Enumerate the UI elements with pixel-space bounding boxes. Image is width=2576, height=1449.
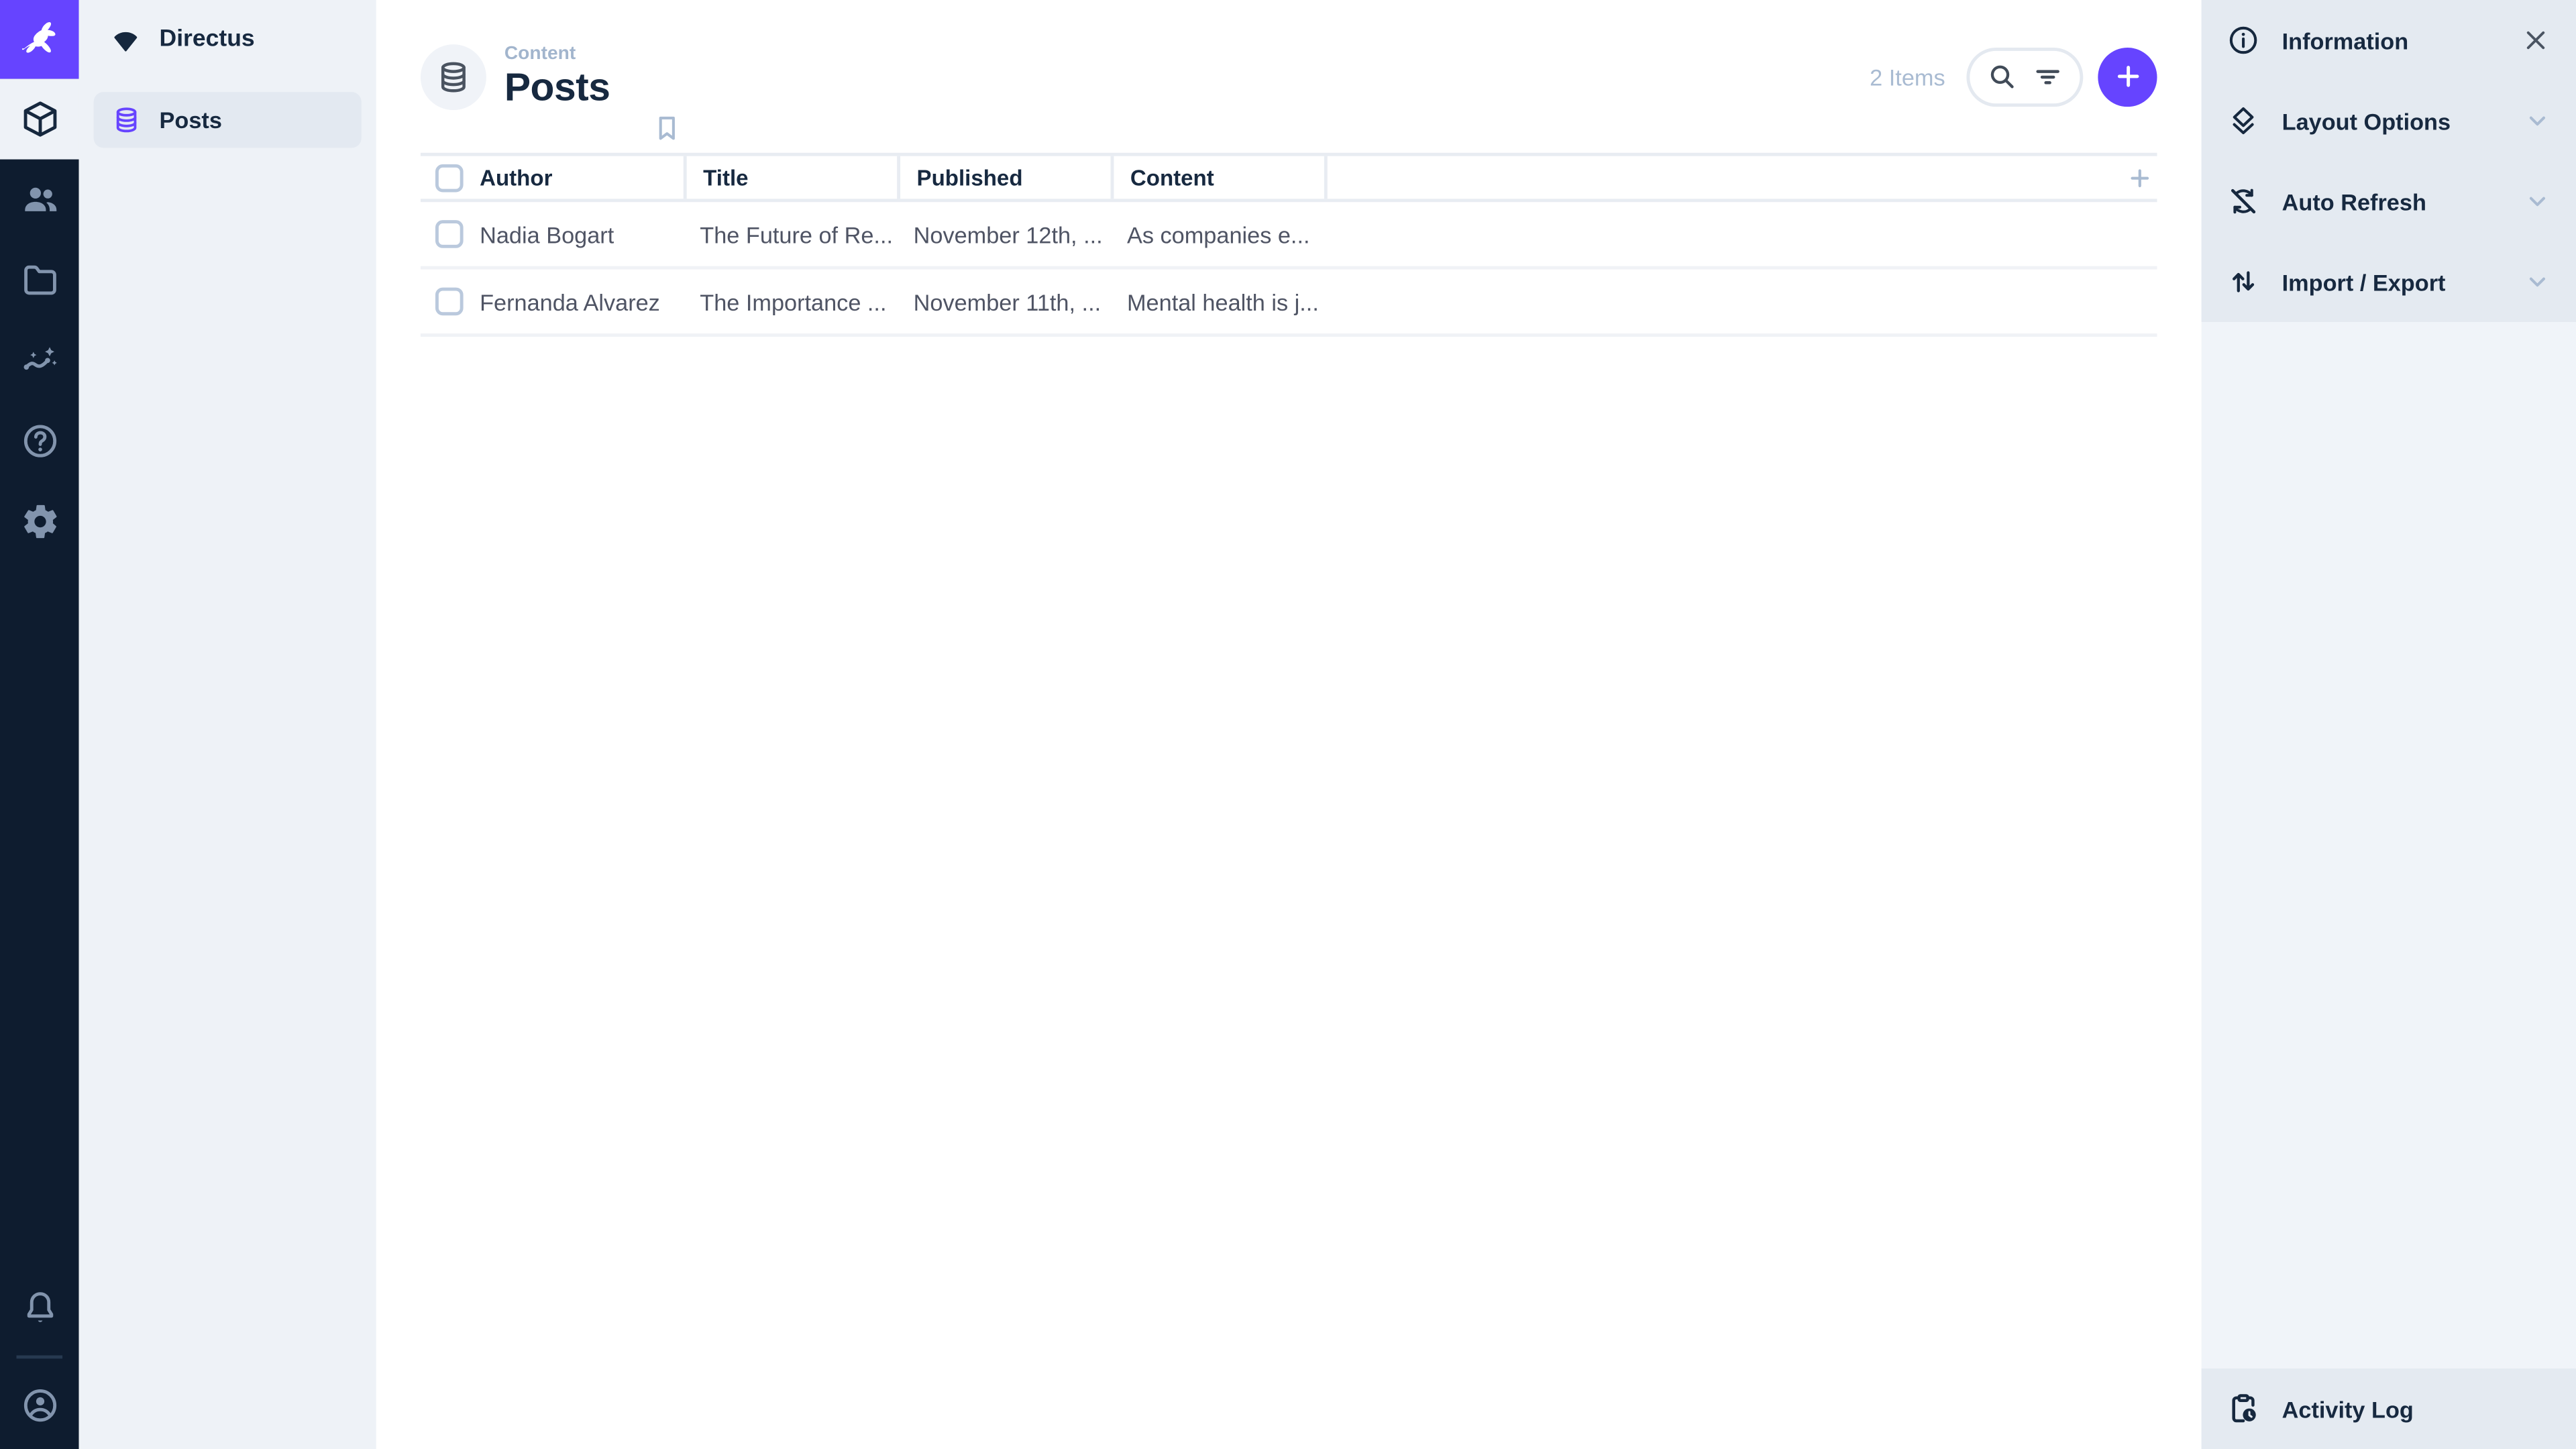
plus-icon bbox=[2110, 59, 2145, 93]
cell-title: The Future of Re... bbox=[700, 221, 894, 248]
content-module-box-icon bbox=[19, 99, 60, 140]
activity-log-icon bbox=[2226, 1391, 2260, 1426]
project-name: Directus bbox=[159, 26, 255, 53]
settings-module-gear-icon bbox=[19, 501, 60, 542]
module-content-button[interactable] bbox=[0, 78, 79, 160]
nav-item-label: Posts bbox=[159, 107, 222, 133]
bookmark-icon[interactable] bbox=[651, 112, 684, 145]
column-header-title[interactable]: Title bbox=[683, 156, 897, 199]
cell-published: November 12th, ... bbox=[913, 221, 1103, 248]
title-block: Content Posts bbox=[504, 43, 610, 110]
module-users-button[interactable] bbox=[0, 160, 79, 240]
notifications-bell-icon bbox=[19, 1288, 60, 1329]
sidebar-section-auto-refresh[interactable]: Auto Refresh bbox=[2201, 161, 2576, 242]
directus-rabbit-icon bbox=[15, 15, 64, 64]
module-bar bbox=[0, 0, 79, 1449]
sidebar-section-information[interactable]: Information bbox=[2201, 0, 2576, 81]
module-docs-button[interactable] bbox=[0, 401, 79, 482]
layers-icon bbox=[2226, 103, 2260, 138]
sidebar-section-label: Activity Log bbox=[2282, 1395, 2414, 1422]
select-all-cell bbox=[421, 163, 480, 192]
sidebar-section-label: Auto Refresh bbox=[2282, 188, 2426, 215]
table-header-row: Author Title Published Content bbox=[420, 152, 2157, 203]
column-header-author[interactable]: Author bbox=[480, 165, 684, 190]
cell-title: The Importance ... bbox=[700, 288, 887, 315]
collection-nav-list: Posts bbox=[79, 79, 376, 161]
filter-icon[interactable] bbox=[2031, 59, 2065, 93]
cell-content: Mental health is j... bbox=[1127, 288, 1319, 315]
directus-app: Directus Posts Content Posts 2 Items Aut… bbox=[0, 0, 2576, 1449]
row-select-cell bbox=[421, 220, 480, 248]
sidebar-section-layout-options[interactable]: Layout Options bbox=[2201, 80, 2576, 162]
account-button[interactable] bbox=[0, 1365, 79, 1446]
cell-content: As companies e... bbox=[1127, 221, 1310, 248]
create-item-button[interactable] bbox=[2098, 46, 2157, 106]
add-column-plus-icon[interactable] bbox=[2126, 164, 2157, 192]
nav-sidebar: Directus Posts bbox=[78, 0, 376, 1449]
chevron-down-icon bbox=[2524, 187, 2552, 215]
chevron-down-icon bbox=[2524, 107, 2552, 135]
project-wedge-icon bbox=[110, 24, 142, 56]
notifications-button[interactable] bbox=[0, 1269, 79, 1349]
column-header-published[interactable]: Published bbox=[897, 156, 1110, 199]
database-icon bbox=[435, 58, 472, 95]
column-header-content[interactable]: Content bbox=[1110, 156, 1324, 199]
cell-published: November 11th, ... bbox=[913, 288, 1102, 315]
search-icon[interactable] bbox=[1984, 59, 2019, 93]
chevron-down-icon bbox=[2524, 268, 2552, 296]
account-circle-icon bbox=[19, 1385, 60, 1426]
main-content: Content Posts 2 Items Author Title Publi… bbox=[376, 0, 2202, 1449]
sidebar-section-label: Import / Export bbox=[2282, 268, 2446, 295]
users-module-icon bbox=[19, 179, 60, 220]
insights-module-icon bbox=[19, 340, 60, 381]
database-icon bbox=[112, 105, 142, 135]
sidebar-section-label: Layout Options bbox=[2282, 107, 2451, 134]
row-select-cell bbox=[421, 287, 480, 316]
info-icon bbox=[2226, 23, 2260, 57]
sidebar-section-import-export[interactable]: Import / Export bbox=[2201, 241, 2576, 323]
table-row[interactable]: Nadia Bogart The Future of Re... Novembe… bbox=[420, 202, 2157, 270]
import-export-icon bbox=[2226, 264, 2260, 299]
sidebar-activity-log[interactable]: Activity Log bbox=[2201, 1368, 2576, 1449]
search-filter-pill bbox=[1966, 46, 2084, 106]
nav-item-posts[interactable]: Posts bbox=[93, 92, 362, 148]
docs-module-help-icon bbox=[19, 421, 60, 462]
page-header: Content Posts 2 Items bbox=[376, 0, 2202, 153]
sidebar-section-label: Information bbox=[2282, 27, 2409, 54]
row-checkbox[interactable] bbox=[435, 220, 464, 248]
right-sidebar: Information Layout Options Auto Refresh … bbox=[2201, 0, 2576, 1449]
sync-disabled-icon bbox=[2226, 184, 2260, 218]
breadcrumb[interactable]: Content bbox=[504, 43, 610, 66]
cell-author: Fernanda Alvarez bbox=[480, 288, 660, 315]
select-all-checkbox[interactable] bbox=[435, 163, 464, 192]
row-checkbox[interactable] bbox=[435, 287, 464, 316]
directus-logo-button[interactable] bbox=[0, 0, 79, 79]
items-table: Author Title Published Content Nadia Bog… bbox=[376, 152, 2202, 337]
cell-author: Nadia Bogart bbox=[480, 221, 614, 248]
module-bar-divider bbox=[16, 1355, 63, 1359]
table-row[interactable]: Fernanda Alvarez The Importance ... Nove… bbox=[420, 270, 2157, 337]
module-files-button[interactable] bbox=[0, 240, 79, 321]
close-icon[interactable] bbox=[2520, 25, 2552, 56]
collection-icon-button[interactable] bbox=[420, 43, 486, 109]
module-insights-button[interactable] bbox=[0, 321, 79, 401]
project-header[interactable]: Directus bbox=[79, 0, 376, 79]
module-settings-button[interactable] bbox=[0, 482, 79, 562]
page-title: Posts bbox=[504, 65, 610, 111]
files-module-folder-icon bbox=[19, 260, 60, 301]
items-count: 2 Items bbox=[1870, 63, 1945, 90]
